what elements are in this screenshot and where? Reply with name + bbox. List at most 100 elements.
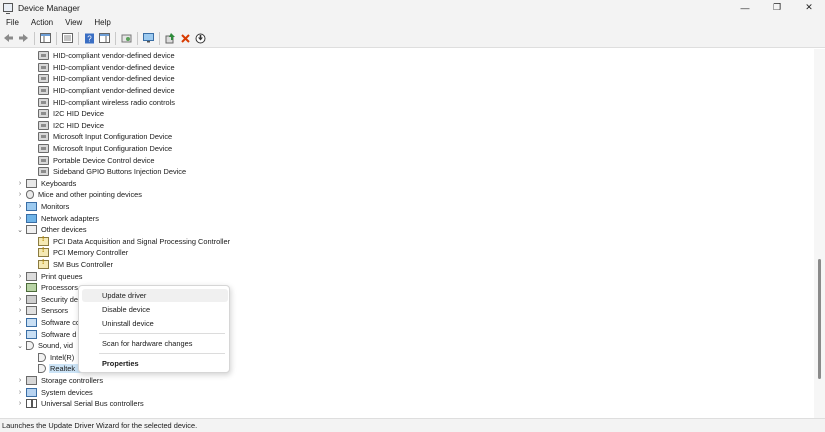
close-button[interactable]: ✕ <box>793 0 825 15</box>
tree-item-hid-device[interactable]: HID-compliant vendor-defined device <box>38 50 176 62</box>
tree-item-label: Microsoft Input Configuration Device <box>53 132 173 142</box>
tree-item-label: I2C HID Device <box>53 120 104 130</box>
help-icon[interactable]: ? <box>83 32 95 44</box>
tree-item-label: Software co <box>41 318 81 328</box>
chevron-right-icon[interactable]: › <box>16 399 24 409</box>
tree-category-usb[interactable]: › Universal Serial Bus controllers <box>16 398 145 410</box>
tree-item-label: Microsoft Input Configuration Device <box>53 144 173 154</box>
minimize-button[interactable]: — <box>729 0 761 15</box>
chevron-right-icon[interactable]: › <box>16 306 24 316</box>
tree-item-label: Storage controllers <box>41 376 104 386</box>
tree-item-label: Intel(R) <box>50 352 75 362</box>
tree-item-hid-device[interactable]: I2C HID Device <box>38 108 105 120</box>
chevron-right-icon[interactable]: › <box>16 318 24 328</box>
menu-item-disable-device[interactable]: Disable device <box>82 303 228 316</box>
tree-category-sensors[interactable]: › Sensors <box>16 305 69 317</box>
speaker-icon <box>38 352 46 362</box>
tree-item-other-device[interactable]: SM Bus Controller <box>38 259 114 271</box>
tree-item-hid-device[interactable]: I2C HID Device <box>38 120 105 132</box>
tree-category-processors[interactable]: › Processors <box>16 282 79 294</box>
window-controls: — ❐ ✕ <box>729 0 825 15</box>
tree-item-label: Network adapters <box>41 213 99 223</box>
toolbar: ? <box>0 29 825 48</box>
tree-item-hid-device[interactable]: Portable Device Control device <box>38 154 155 166</box>
menu-view[interactable]: View <box>59 18 88 27</box>
chevron-right-icon[interactable]: › <box>16 329 24 339</box>
tree-item-label: Other devices <box>41 225 87 235</box>
chevron-right-icon[interactable]: › <box>16 213 24 223</box>
tree-category-network[interactable]: › Network adapters <box>16 212 100 224</box>
tree-item-label: Sound, vid <box>38 341 73 351</box>
chevron-right-icon[interactable]: › <box>16 202 24 212</box>
menu-action[interactable]: Action <box>25 18 59 27</box>
software-device-icon <box>26 329 37 339</box>
chevron-right-icon[interactable]: › <box>16 294 24 304</box>
vertical-scrollbar[interactable] <box>814 49 825 418</box>
tree-item-sound-device[interactable]: Intel(R) <box>38 352 75 364</box>
tree-item-other-device[interactable]: PCI Data Acquisition and Signal Processi… <box>38 236 231 248</box>
warning-device-icon <box>38 247 49 258</box>
action-pane-icon[interactable] <box>98 32 110 44</box>
tree-category-security[interactable]: › Security de <box>16 294 79 306</box>
download-icon[interactable] <box>194 32 206 44</box>
tree-category-keyboards[interactable]: › Keyboards <box>16 178 77 190</box>
tree-item-hid-device[interactable]: HID-compliant vendor-defined device <box>38 85 176 97</box>
menu-file[interactable]: File <box>0 18 25 27</box>
show-hide-console-tree-icon[interactable] <box>39 32 51 44</box>
update-driver-icon[interactable] <box>164 32 176 44</box>
tree-category-software-devices[interactable]: › Software d <box>16 328 77 340</box>
tree-category-sound[interactable]: ⌄ Sound, vid <box>16 340 74 352</box>
tree-category-monitors[interactable]: › Monitors <box>16 201 70 213</box>
mouse-icon <box>26 190 34 200</box>
hid-device-icon <box>38 62 49 72</box>
chevron-down-icon[interactable]: ⌄ <box>16 341 24 351</box>
tree-category-storage[interactable]: › Storage controllers <box>16 375 104 387</box>
tree-item-hid-device[interactable]: HID-compliant wireless radio controls <box>38 96 176 108</box>
menu-help[interactable]: Help <box>88 18 116 27</box>
tree-item-hid-device[interactable]: HID-compliant vendor-defined device <box>38 73 176 85</box>
chevron-right-icon[interactable]: › <box>16 178 24 188</box>
hid-device-icon <box>38 97 49 107</box>
tree-item-hid-device[interactable]: Microsoft Input Configuration Device <box>38 143 173 155</box>
menu-item-update-driver[interactable]: Update driver <box>82 289 228 302</box>
tree-item-label: Software d <box>41 329 77 339</box>
maximize-button[interactable]: ❐ <box>761 0 793 15</box>
tree-item-label: Processors <box>41 283 78 293</box>
chevron-right-icon[interactable]: › <box>16 271 24 281</box>
tree-item-label: Print queues <box>41 271 83 281</box>
processor-icon <box>26 283 37 293</box>
svg-text:?: ? <box>87 34 92 43</box>
chevron-right-icon[interactable]: › <box>16 376 24 386</box>
tree-category-other[interactable]: ⌄ Other devices <box>16 224 88 236</box>
hid-device-icon <box>38 51 49 61</box>
tree-item-label: HID-compliant wireless radio controls <box>53 97 175 107</box>
tree-category-mice[interactable]: › Mice and other pointing devices <box>16 189 143 201</box>
toolbar-separator <box>137 31 138 45</box>
tree-item-hid-device[interactable]: HID-compliant vendor-defined device <box>38 62 176 74</box>
tree-category-system[interactable]: › System devices <box>16 386 94 398</box>
chevron-right-icon[interactable]: › <box>16 387 24 397</box>
monitor-icon[interactable] <box>142 32 154 44</box>
tree-item-label: System devices <box>41 387 93 397</box>
toolbar-separator <box>115 31 116 45</box>
menu-bar: File Action View Help <box>0 15 825 29</box>
tree-category-print-queues[interactable]: › Print queues <box>16 270 84 282</box>
tree-category-software-components[interactable]: › Software co <box>16 317 81 329</box>
chevron-down-icon[interactable]: ⌄ <box>16 225 24 235</box>
chevron-right-icon[interactable]: › <box>16 283 24 293</box>
back-icon[interactable] <box>2 32 14 44</box>
tree-item-label: HID-compliant vendor-defined device <box>53 51 175 61</box>
scrollbar-thumb[interactable] <box>818 259 821 379</box>
tree-item-hid-device[interactable]: Sideband GPIO Buttons Injection Device <box>38 166 187 178</box>
uninstall-icon[interactable] <box>179 32 191 44</box>
menu-item-uninstall-device[interactable]: Uninstall device <box>82 317 228 330</box>
menu-item-scan-hardware[interactable]: Scan for hardware changes <box>82 337 228 350</box>
forward-icon[interactable] <box>17 32 29 44</box>
properties-icon[interactable] <box>61 32 73 44</box>
menu-item-properties[interactable]: Properties <box>82 357 228 370</box>
tree-item-other-device[interactable]: PCI Memory Controller <box>38 247 129 259</box>
chevron-right-icon[interactable]: › <box>16 190 24 200</box>
toolbar-separator <box>34 31 35 45</box>
scan-hardware-icon[interactable] <box>120 32 132 44</box>
tree-item-hid-device[interactable]: Microsoft Input Configuration Device <box>38 131 173 143</box>
